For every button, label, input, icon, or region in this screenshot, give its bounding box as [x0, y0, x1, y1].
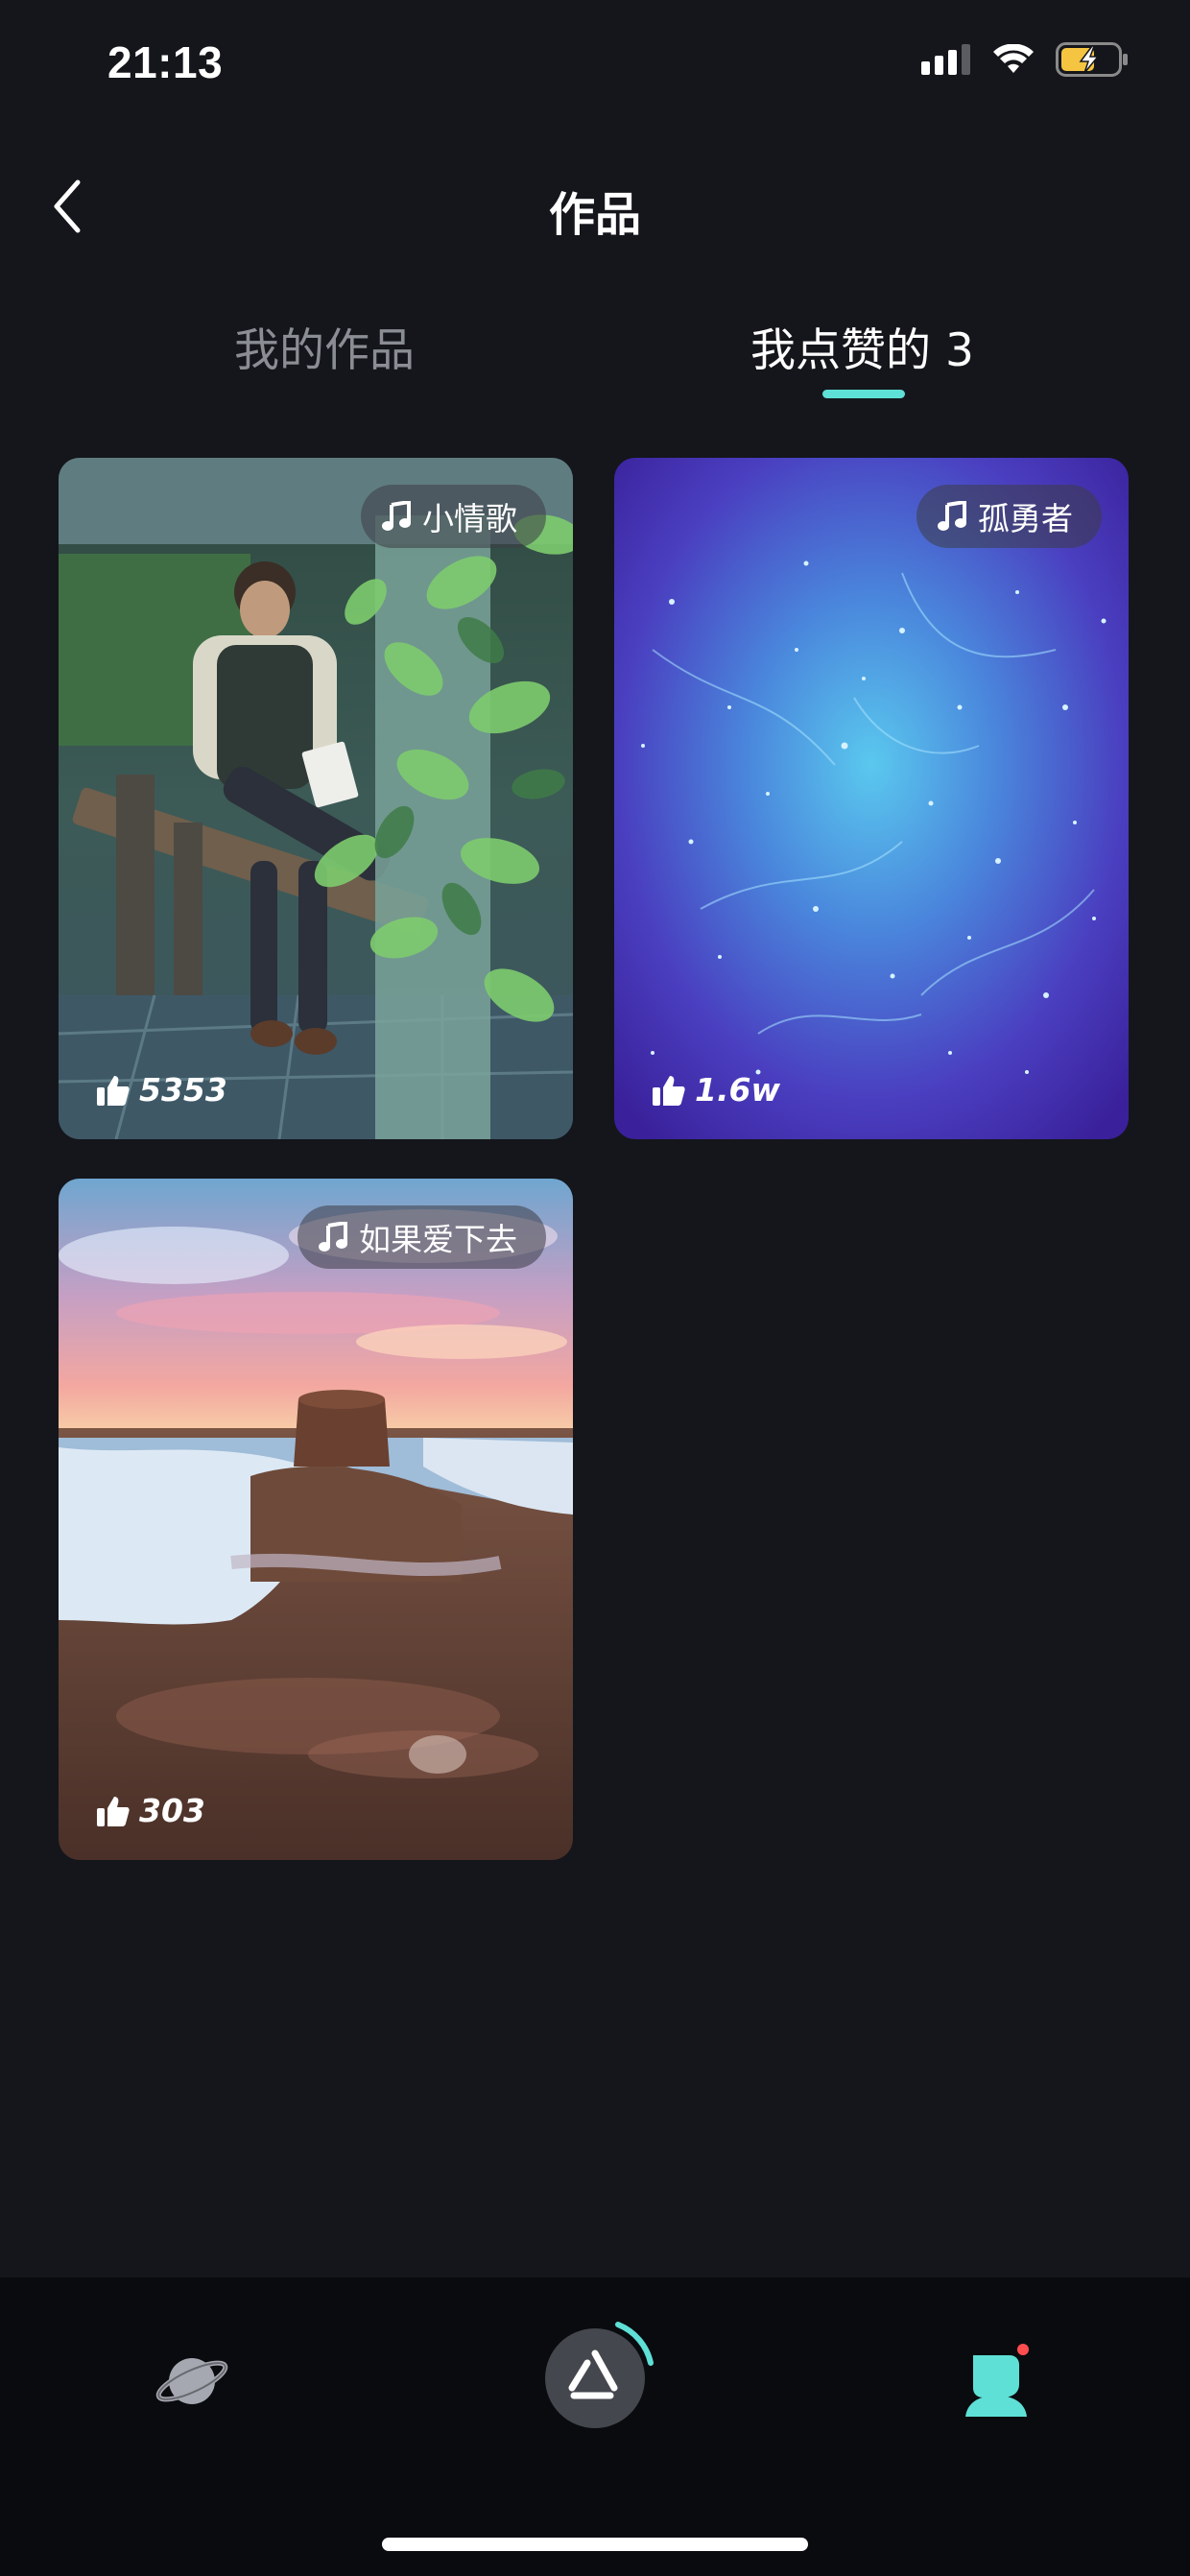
status-time: 21:13	[107, 37, 224, 87]
music-note-icon	[382, 501, 411, 531]
tab-my-works[interactable]: 我的作品	[234, 313, 415, 379]
music-title: 小情歌	[422, 500, 517, 537]
like-count-value: 5353	[139, 1071, 227, 1109]
music-note-icon	[938, 501, 966, 531]
like-count: 1.6w	[653, 1071, 780, 1109]
work-card[interactable]: 小情歌 5353	[59, 458, 573, 1139]
like-count: 303	[97, 1792, 205, 1829]
card-thumbnail	[59, 458, 573, 1139]
signal-icon	[921, 44, 970, 75]
status-bar: 21:13	[0, 0, 1190, 134]
page-title: 作品	[548, 188, 641, 242]
thumbs-up-icon	[97, 1075, 130, 1106]
thumbs-up-icon	[97, 1796, 130, 1826]
active-tab-indicator	[822, 390, 905, 398]
card-thumbnail	[59, 1179, 573, 1860]
like-count-value: 1.6w	[695, 1071, 780, 1109]
work-card[interactable]: 孤勇者 1.6w	[614, 458, 1129, 1139]
music-tag[interactable]: 孤勇者	[916, 485, 1102, 548]
music-title: 孤勇者	[978, 500, 1073, 537]
tab-liked[interactable]: 我点赞的 3	[750, 313, 974, 379]
music-tag[interactable]: 如果爱下去	[298, 1205, 546, 1269]
like-count: 5353	[97, 1071, 227, 1109]
notification-badge	[1017, 2344, 1029, 2355]
music-note-icon	[319, 1222, 347, 1252]
nav-profile[interactable]	[950, 2332, 1046, 2428]
wifi-icon	[993, 44, 1034, 73]
planet-icon	[155, 2358, 228, 2404]
music-title: 如果爱下去	[359, 1221, 517, 1258]
battery-charging-icon	[1056, 42, 1128, 77]
thumbs-up-icon	[653, 1075, 685, 1106]
nav-create[interactable]	[537, 2313, 662, 2438]
home-indicator	[382, 2538, 808, 2551]
card-thumbnail	[614, 458, 1129, 1139]
status-icons	[921, 42, 1129, 77]
nav-discover[interactable]	[144, 2332, 240, 2428]
music-tag[interactable]: 小情歌	[361, 485, 546, 548]
work-card[interactable]: 如果爱下去 303	[59, 1179, 573, 1860]
profile-icon	[965, 2344, 1029, 2417]
create-logo-icon	[545, 2322, 654, 2428]
like-count-value: 303	[139, 1792, 205, 1829]
